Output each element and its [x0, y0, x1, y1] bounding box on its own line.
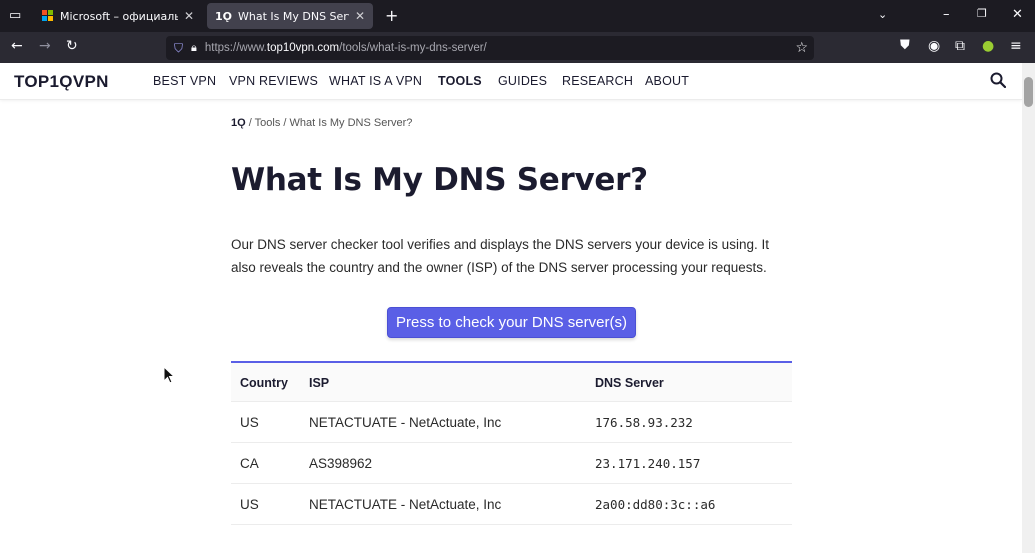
- forward-icon[interactable]: →: [39, 38, 51, 54]
- minimize-icon[interactable]: –: [943, 7, 950, 22]
- top10vpn-favicon-icon: 1Ǫ: [215, 9, 233, 23]
- account-icon[interactable]: ◉: [928, 38, 940, 54]
- extension-badge-icon[interactable]: ●: [982, 38, 994, 54]
- restore-icon[interactable]: ❐: [977, 7, 987, 20]
- tab-overflow-chevron-icon[interactable]: ⌄: [878, 8, 887, 21]
- breadcrumb-tools[interactable]: Tools: [255, 117, 281, 129]
- scrollbar-thumb[interactable]: [1024, 77, 1033, 107]
- cell-dns-server: 176.58.93.232: [595, 415, 693, 430]
- cell-country: US: [240, 415, 259, 430]
- bookmark-star-icon[interactable]: ☆: [795, 39, 808, 56]
- cell-country: CA: [240, 456, 259, 471]
- search-icon[interactable]: [990, 72, 1006, 88]
- tab-title: What Is My DNS Server? Check: [238, 9, 349, 23]
- nav-vpn-reviews[interactable]: VPN REVIEWS: [229, 74, 318, 88]
- cell-dns-server: 23.171.240.157: [595, 456, 701, 471]
- close-tab-icon[interactable]: ✕: [184, 9, 194, 23]
- close-window-icon[interactable]: ✕: [1012, 7, 1023, 22]
- page-title: What Is My DNS Server?: [231, 162, 648, 198]
- page-scrollbar[interactable]: [1022, 63, 1035, 553]
- url-prefix: https://www.: [204, 42, 267, 54]
- header-dns-server: DNS Server: [595, 376, 664, 390]
- lock-icon[interactable]: 🔒︎: [191, 42, 197, 55]
- nav-guides[interactable]: GUIDES: [498, 74, 547, 88]
- pocket-icon[interactable]: ⛊: [900, 38, 910, 53]
- breadcrumb: 1Ǫ / Tools / What Is My DNS Server?: [231, 117, 412, 129]
- close-tab-icon[interactable]: ✕: [355, 9, 365, 23]
- nav-best-vpn[interactable]: BEST VPN: [153, 74, 216, 88]
- cell-country: US: [240, 497, 259, 512]
- table-row: CA AS398962 23.171.240.157: [231, 443, 792, 484]
- nav-about[interactable]: ABOUT: [645, 74, 689, 88]
- table-header-row: Country ISP DNS Server: [231, 363, 792, 402]
- header-isp: ISP: [309, 376, 330, 390]
- table-row: US NETACTUATE - NetActuate, Inc 176.58.9…: [231, 402, 792, 443]
- tab-microsoft[interactable]: Microsoft – официальная домашняя ✕: [34, 3, 202, 29]
- menu-hamburger-icon[interactable]: ≡: [1010, 38, 1022, 54]
- browser-tab-bar: ▭ Microsoft – официальная домашняя ✕ 1Ǫ …: [0, 0, 1035, 32]
- table-row: US NETACTUATE - NetActuate, Inc 2a00:dd8…: [231, 484, 792, 525]
- browser-nav-bar: ← → ↻ ⛉ 🔒︎ https://www.top10vpn.com/tool…: [0, 32, 1035, 63]
- reload-icon[interactable]: ↻: [66, 38, 78, 54]
- breadcrumb-separator: /: [280, 117, 290, 129]
- site-header: TOP1ǪVPN BEST VPN VPN REVIEWS WHAT IS A …: [0, 63, 1022, 100]
- back-icon[interactable]: ←: [11, 38, 23, 54]
- url-domain: top10vpn.com: [266, 42, 340, 54]
- url-text[interactable]: https://www.top10vpn.com/tools/what-is-m…: [205, 42, 487, 54]
- tracking-shield-icon[interactable]: ⛉: [174, 41, 183, 56]
- tab-list-icon[interactable]: ▭: [9, 8, 21, 23]
- cell-isp: AS398962: [309, 456, 373, 471]
- tab-dns-server[interactable]: 1Ǫ What Is My DNS Server? Check ✕: [207, 3, 373, 29]
- check-dns-button[interactable]: Press to check your DNS server(s): [387, 307, 636, 338]
- breadcrumb-separator: /: [245, 117, 255, 129]
- breadcrumb-home[interactable]: 1Ǫ: [231, 117, 246, 129]
- mouse-cursor-icon: [163, 366, 175, 384]
- extensions-icon[interactable]: ⧉: [955, 38, 965, 54]
- top10vpn-logo[interactable]: TOP1ǪVPN: [14, 72, 109, 92]
- dns-results-table: Country ISP DNS Server US NETACTUATE - N…: [231, 361, 792, 525]
- breadcrumb-current: What Is My DNS Server?: [289, 117, 413, 129]
- cell-isp: NETACTUATE - NetActuate, Inc: [309, 415, 502, 430]
- intro-paragraph: Our DNS server checker tool verifies and…: [231, 237, 769, 275]
- url-path: /tools/what-is-my-dns-server/: [339, 42, 487, 54]
- nav-research[interactable]: RESEARCH: [562, 74, 633, 88]
- nav-what-is-a-vpn[interactable]: WHAT IS A VPN: [329, 74, 422, 88]
- cell-dns-server: 2a00:dd80:3c::a6: [595, 497, 716, 512]
- tab-title: Microsoft – официальная домашняя: [60, 9, 178, 23]
- cell-isp: NETACTUATE - NetActuate, Inc: [309, 497, 502, 512]
- url-bar[interactable]: ⛉ 🔒︎ https://www.top10vpn.com/tools/what…: [166, 36, 814, 60]
- nav-tools[interactable]: TOOLS: [438, 74, 482, 88]
- header-country: Country: [240, 376, 288, 390]
- new-tab-button[interactable]: +: [385, 6, 398, 25]
- microsoft-logo-icon: [42, 10, 54, 22]
